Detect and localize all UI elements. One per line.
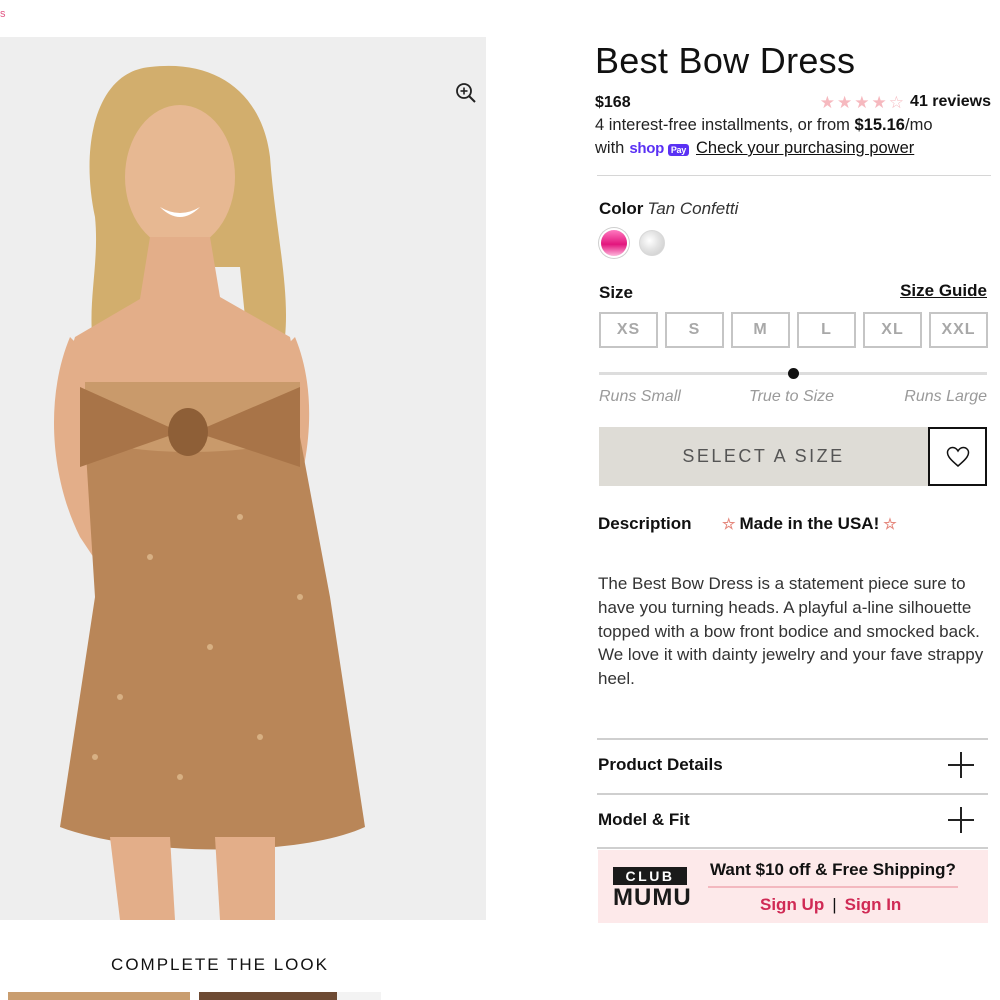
zoom-in-icon[interactable] [454, 81, 478, 105]
divider [708, 886, 958, 888]
fit-label-large: Runs Large [904, 388, 987, 405]
club-mumu-banner: CLUB MUMU Want $10 off & Free Shipping? … [598, 850, 988, 923]
star-icon: ★ [871, 92, 887, 112]
shop-pay-line: with shop Pay Check your purchasing powe… [595, 139, 914, 158]
sign-up-link[interactable]: Sign Up [760, 895, 824, 915]
tab-made-in-usa[interactable]: ☆ Made in the USA! ☆ [722, 514, 897, 534]
divider [597, 847, 988, 849]
tab-description[interactable]: Description [598, 514, 692, 534]
size-option-xl[interactable]: XL [863, 312, 922, 348]
club-promo-text: Want $10 off & Free Shipping? [710, 860, 956, 879]
star-icon: ★ [837, 92, 853, 112]
installments-text: 4 interest-free installments, or from $1… [595, 116, 933, 135]
rating[interactable]: ★ ★ ★ ★ ☆ 41 reviews [820, 93, 991, 111]
sign-in-link[interactable]: Sign In [845, 895, 902, 915]
size-option-s[interactable]: S [665, 312, 724, 348]
separator: | [832, 895, 837, 914]
shop-text: shop [629, 140, 664, 157]
reviews-link[interactable]: 41 reviews [910, 93, 991, 111]
size-option-l[interactable]: L [797, 312, 856, 348]
selected-color: Tan Confetti [647, 199, 739, 218]
color-swatch-silver[interactable] [639, 230, 665, 256]
size-label: Size [599, 283, 634, 302]
accordion-product-details[interactable]: Product Details [598, 739, 988, 791]
star-outline-icon: ☆ [722, 516, 736, 533]
size-option-xxl[interactable]: XXL [929, 312, 988, 348]
check-purchasing-power-link[interactable]: Check your purchasing power [696, 139, 914, 158]
edge-text: s [0, 8, 6, 20]
color-swatch-pink[interactable] [601, 230, 627, 256]
complete-the-look-heading: COMPLETE THE LOOK [111, 955, 329, 974]
star-half-icon: ☆ [888, 92, 905, 112]
color-label: Color Tan Confetti [599, 199, 738, 219]
size-option-m[interactable]: M [731, 312, 790, 348]
accordion-label: Model & Fit [598, 810, 690, 829]
star-icon: ★ [819, 92, 836, 112]
plus-icon [948, 807, 974, 833]
model-photo [0, 37, 486, 920]
complete-the-look-item[interactable] [8, 992, 190, 1000]
fit-label-small: Runs Small [599, 388, 681, 405]
heart-icon [946, 446, 969, 467]
pay-badge: Pay [667, 144, 689, 156]
logo-top-text: CLUB [613, 867, 687, 885]
size-guide-link[interactable]: Size Guide [900, 281, 987, 301]
installment-suffix: /mo [904, 116, 933, 134]
complete-the-look-item[interactable] [337, 992, 381, 1000]
fit-label-true: True to Size [749, 388, 835, 405]
club-mumu-logo: CLUB MUMU [613, 867, 692, 911]
size-options: XS S M L XL XXL [599, 312, 988, 348]
accordion-model-fit[interactable]: Model & Fit [598, 794, 988, 846]
size-option-xs[interactable]: XS [599, 312, 658, 348]
installments-prefix: 4 interest-free installments, or from [595, 116, 855, 134]
wishlist-button[interactable] [928, 427, 987, 486]
logo-bottom-text: MUMU [613, 884, 692, 911]
divider [597, 175, 991, 176]
installment-amount: $15.16 [854, 116, 905, 134]
club-links: Sign Up | Sign In [760, 895, 901, 915]
product-image[interactable] [0, 37, 486, 920]
product-price: $168 [595, 94, 631, 111]
accordion-label: Product Details [598, 755, 723, 774]
made-in-usa-label: Made in the USA! [739, 514, 880, 533]
star-outline-icon: ☆ [883, 516, 897, 533]
with-text: with [595, 139, 625, 157]
select-size-button[interactable]: SELECT A SIZE [599, 427, 928, 486]
complete-the-look-item[interactable] [199, 992, 337, 1000]
plus-icon [948, 752, 974, 778]
star-icon: ★ [854, 92, 870, 112]
color-label-text: Color [599, 199, 644, 218]
product-title: Best Bow Dress [595, 40, 856, 81]
shop-pay-logo: shop Pay [629, 140, 689, 157]
description-text: The Best Bow Dress is a statement piece … [598, 574, 984, 689]
fit-scale-indicator [788, 368, 799, 379]
